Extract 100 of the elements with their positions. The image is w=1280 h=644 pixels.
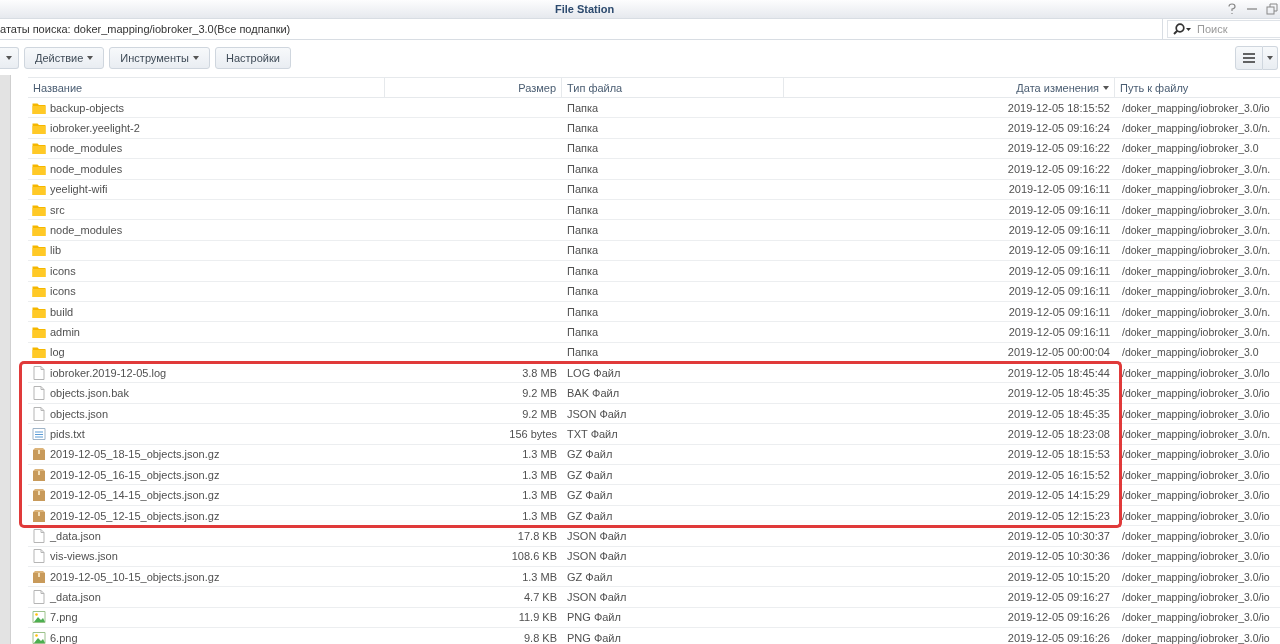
toolbar-button[interactable]: Настройки (214, 47, 291, 69)
file-size: 11.9 KB (518, 611, 557, 624)
file-name[interactable]: lib (50, 244, 61, 257)
table-row[interactable]: src Папка 2019-12-05 09:16:11 /doker_mapping/iobroker_3.0/n. (28, 199, 1280, 221)
file-name[interactable]: icons (50, 285, 76, 298)
table-row[interactable]: 2019-12-05_10-15_objects.json.gz 1.3 MB GZ Файл 2019-12-05 10:15:20 /doker_mapping/iobroker_3.0/io (28, 567, 1280, 588)
file-name[interactable]: build (50, 305, 74, 318)
file-name[interactable]: 6.png (50, 631, 78, 644)
table-row[interactable]: lib Папка 2019-12-05 09:16:11 /doker_mapping/iobroker_3.0/n. (28, 240, 1280, 262)
menu-icon (1243, 53, 1255, 63)
column-header[interactable]: Название (28, 78, 385, 97)
file-name[interactable]: iobroker.2019-12-05.log (50, 366, 167, 379)
table-row[interactable]: iobroker.yeelight-2 Папка 2019-12-05 09:16:24 /doker_mapping/iobroker_3.0/n. (28, 118, 1280, 139)
file-path: /doker_mapping/iobroker_3.0/io (1122, 591, 1270, 604)
table-row[interactable]: yeelight-wifi Папка 2019-12-05 09:16:11 /doker_mapping/iobroker_3.0/n. (28, 179, 1280, 200)
file-path: /doker_mapping/iobroker_3.0/io (1122, 529, 1270, 542)
modified-date: 2019-12-05 09:16:22 (1007, 142, 1110, 155)
table-row[interactable]: 6.png 9.8 KB PNG Файл 2019-12-05 09:16:26 /doker_mapping/iobroker_3.0/io (28, 628, 1280, 644)
table-row[interactable]: node_modules Папка 2019-12-05 09:16:11 /doker_mapping/iobroker_3.0/n. (28, 220, 1280, 241)
modified-date: 2019-12-05 09:16:11 (1008, 244, 1110, 257)
file-type: GZ Файл (567, 468, 613, 481)
file-path: /doker_mapping/iobroker_3.0/n. (1122, 305, 1271, 318)
help-icon[interactable] (1226, 3, 1238, 15)
toolbar-button[interactable]: Действие (24, 47, 105, 69)
file-name[interactable]: icons (50, 264, 76, 277)
file-name[interactable]: src (50, 203, 65, 216)
modified-date: 2019-12-05 16:15:52 (1007, 468, 1110, 481)
file-path: /doker_mapping/iobroker_3.0/io (1122, 101, 1270, 114)
table-row[interactable]: 2019-12-05_12-15_objects.json.gz 1.3 MB GZ Файл 2019-12-05 12:15:23 /doker_mapping/iobroker_3.0/io (28, 505, 1280, 527)
file-name[interactable]: backup-objects (50, 101, 124, 114)
folder-icon (32, 284, 46, 299)
list-view-button[interactable] (1235, 46, 1263, 70)
file-type: Папка (567, 183, 599, 196)
file-type: PNG Файл (567, 631, 621, 644)
file-name[interactable]: objects.json (50, 407, 109, 420)
file-name[interactable]: 2019-12-05_18-15_objects.json.gz (50, 448, 220, 461)
file-name[interactable]: log (50, 346, 65, 359)
table-row[interactable]: backup-objects Папка 2019-12-05 18:15:52 /doker_mapping/iobroker_3.0/io (28, 98, 1280, 119)
table-row[interactable]: admin Папка 2019-12-05 09:16:11 /doker_mapping/iobroker_3.0/n. (28, 322, 1280, 343)
file-name[interactable]: _data.json (50, 529, 101, 542)
table-row[interactable]: 2019-12-05_18-15_objects.json.gz 1.3 MB GZ Файл 2019-12-05 18:15:53 /doker_mapping/iobroker_3.0/io (28, 444, 1280, 466)
table-row[interactable]: pids.txt 156 bytes TXT Файл 2019-12-05 18:23:08 /doker_mapping/iobroker_3.0/n. (28, 424, 1280, 445)
file-name[interactable]: node_modules (50, 224, 123, 237)
modified-date: 2019-12-05 10:30:36 (1007, 550, 1110, 563)
file-type: PNG Файл (567, 611, 621, 624)
file-name[interactable]: 2019-12-05_14-15_objects.json.gz (50, 489, 220, 502)
column-header[interactable]: Дата изменения (784, 78, 1115, 97)
table-row[interactable]: 2019-12-05_14-15_objects.json.gz 1.3 MB GZ Файл 2019-12-05 14:15:29 /doker_mapping/iobroker_3.0/io (28, 485, 1280, 506)
modified-date: 2019-12-05 09:16:11 (1008, 203, 1110, 216)
modified-date: 2019-12-05 09:16:11 (1008, 285, 1110, 298)
archive-icon (32, 508, 46, 523)
file-name[interactable]: iobroker.yeelight-2 (50, 122, 140, 135)
file-name[interactable]: 2019-12-05_10-15_objects.json.gz (50, 570, 220, 583)
file-name[interactable]: 2019-12-05_16-15_objects.json.gz (50, 468, 220, 481)
document-icon (32, 590, 46, 605)
file-name[interactable]: vis-views.json (50, 550, 118, 563)
toolbar-button[interactable]: Инструменты (109, 47, 210, 69)
table-row[interactable]: 2019-12-05_16-15_objects.json.gz 1.3 MB GZ Файл 2019-12-05 16:15:52 /doker_mapping/iobroker_3.0/io (28, 465, 1280, 486)
file-type: LOG Файл (567, 366, 621, 379)
column-header[interactable]: Путь к файлу (1115, 78, 1280, 97)
table-row[interactable]: objects.json 9.2 MB JSON Файл 2019-12-05 18:45:35 /doker_mapping/iobroker_3.0/io (28, 403, 1280, 425)
column-header[interactable]: Тип файла (562, 78, 784, 97)
file-path: /doker_mapping/iobroker_3.0/io (1122, 468, 1270, 481)
scrollbar[interactable] (0, 75, 11, 644)
restore-icon[interactable] (1266, 3, 1278, 15)
file-size: 17.8 KB (517, 529, 557, 542)
file-name[interactable]: pids.txt (50, 427, 85, 440)
file-name[interactable]: admin (50, 326, 80, 338)
search-field[interactable]: Поиск (1167, 20, 1280, 38)
folder-icon (32, 325, 46, 339)
table-row[interactable]: 7.png 11.9 KB PNG Файл 2019-12-05 09:16:26 /doker_mapping/iobroker_3.0/io (28, 607, 1280, 629)
table-row[interactable]: node_modules Папка 2019-12-05 09:16:22 /doker_mapping/iobroker_3.0 (28, 138, 1280, 160)
table-row[interactable]: objects.json.bak 9.2 MB BAK Файл 2019-12-05 18:45:35 /doker_mapping/iobroker_3.0/io (28, 383, 1280, 404)
table-row[interactable]: iobroker.2019-12-05.log 3.8 MB LOG Файл 2019-12-05 18:45:44 /doker_mapping/iobroker_3.0/lo (28, 363, 1280, 384)
file-path: /doker_mapping/iobroker_3.0/lo (1122, 366, 1270, 379)
table-row[interactable]: log Папка 2019-12-05 00:00:04 /doker_mapping/iobroker_3.0 (28, 342, 1280, 364)
table-row[interactable]: icons Папка 2019-12-05 09:16:11 /doker_mapping/iobroker_3.0/n. (28, 261, 1280, 282)
file-type: Папка (567, 346, 599, 359)
file-type: Папка (567, 264, 599, 277)
file-name[interactable]: objects.json.bak (50, 387, 129, 400)
column-header[interactable]: Размер (385, 78, 562, 97)
file-name[interactable]: 2019-12-05_12-15_objects.json.gz (50, 509, 220, 522)
modified-date: 2019-12-05 00:00:04 (1007, 346, 1110, 359)
file-path: /doker_mapping/iobroker_3.0/io (1122, 570, 1270, 583)
table-row[interactable]: vis-views.json 108.6 KB JSON Файл 2019-12-05 10:30:36 /doker_mapping/iobroker_3.0/io (28, 546, 1280, 567)
modified-date: 2019-12-05 09:16:26 (1007, 631, 1110, 644)
table-row[interactable]: build Папка 2019-12-05 09:16:11 /doker_mapping/iobroker_3.0/n. (28, 301, 1280, 323)
dropdown-button[interactable] (0, 47, 19, 69)
file-name[interactable]: yeelight-wifi (50, 183, 108, 196)
table-row[interactable]: _data.json 4.7 KB JSON Файл 2019-12-05 09:16:27 /doker_mapping/iobroker_3.0/io (28, 587, 1280, 608)
file-name[interactable]: node_modules (50, 142, 123, 155)
table-row[interactable]: node_modules Папка 2019-12-05 09:16:22 /doker_mapping/iobroker_3.0/n. (28, 159, 1280, 180)
file-name[interactable]: node_modules (50, 162, 123, 175)
table-row[interactable]: _data.json 17.8 KB JSON Файл 2019-12-05 10:30:37 /doker_mapping/iobroker_3.0/io (28, 526, 1280, 547)
view-dropdown-button[interactable] (1263, 46, 1278, 70)
file-name[interactable]: _data.json (50, 591, 101, 604)
search-icon[interactable] (1173, 23, 1193, 35)
table-row[interactable]: icons Папка 2019-12-05 09:16:11 /doker_mapping/iobroker_3.0/n. (28, 281, 1280, 302)
file-name[interactable]: 7.png (50, 611, 78, 624)
file-type: Папка (567, 244, 599, 257)
